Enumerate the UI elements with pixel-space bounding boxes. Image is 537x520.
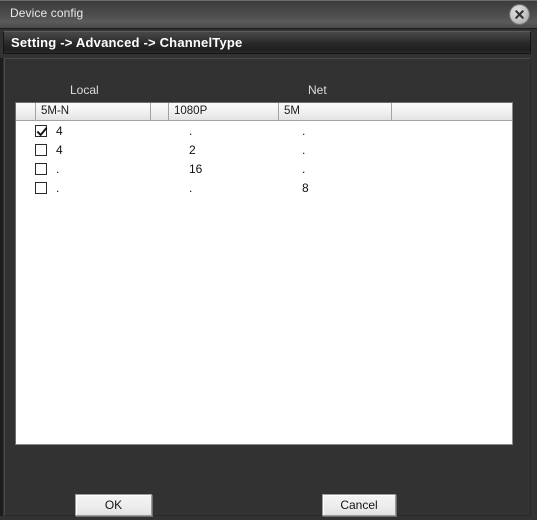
table-header-spacer-col[interactable] (151, 103, 169, 121)
cell-5m-n: 4 (56, 143, 63, 157)
window-left-rail (0, 58, 3, 516)
row-checkbox[interactable] (35, 144, 47, 156)
cancel-button[interactable]: Cancel (322, 494, 396, 516)
table-row[interactable]: . 16. (16, 160, 512, 179)
table-row[interactable]: .. 8 (16, 179, 512, 198)
row-checkbox[interactable] (35, 182, 47, 194)
table-header-empty-col[interactable] (392, 103, 512, 121)
cell-5m: . (302, 143, 306, 157)
table-row[interactable]: 4 2. (16, 141, 512, 160)
table-header-5m[interactable]: 5M (279, 103, 392, 121)
window-title: Device config (10, 6, 84, 20)
group-label-local: Local (70, 83, 99, 97)
table-header-1080p[interactable]: 1080P (169, 103, 279, 121)
cell-5m: . (302, 162, 306, 176)
cell-1080p: . (189, 181, 193, 195)
cell-5m: 8 (302, 181, 309, 195)
titlebar-highlight (0, 0, 537, 1)
close-icon[interactable] (510, 5, 529, 24)
row-checkbox[interactable] (35, 125, 48, 137)
cell-1080p: . (189, 124, 193, 138)
channel-type-table: 5M-N 1080P 5M 4.. 4 2.. 16... 8 (15, 102, 513, 445)
device-config-window: Device config Setting -> Advanced -> Cha… (0, 0, 537, 520)
group-label-net: Net (308, 83, 327, 97)
row-checkbox[interactable] (35, 163, 47, 175)
table-header-5m-n[interactable]: 5M-N (36, 103, 151, 121)
cell-1080p: 2 (189, 143, 196, 157)
cell-5m: . (302, 124, 306, 138)
table-header-row: 5M-N 1080P 5M (16, 103, 512, 121)
table-row[interactable]: 4.. (16, 122, 512, 141)
window-titlebar: Device config (0, 0, 537, 29)
cell-1080p: 16 (189, 162, 203, 176)
ok-button[interactable]: OK (75, 494, 152, 516)
cell-5m-n: . (56, 162, 60, 176)
cell-5m-n: 4 (56, 124, 63, 138)
table-header-checkbox-col[interactable] (16, 103, 36, 121)
cell-5m-n: . (56, 181, 60, 195)
breadcrumb: Setting -> Advanced -> ChannelType (3, 31, 531, 54)
breadcrumb-text: Setting -> Advanced -> ChannelType (11, 35, 243, 50)
